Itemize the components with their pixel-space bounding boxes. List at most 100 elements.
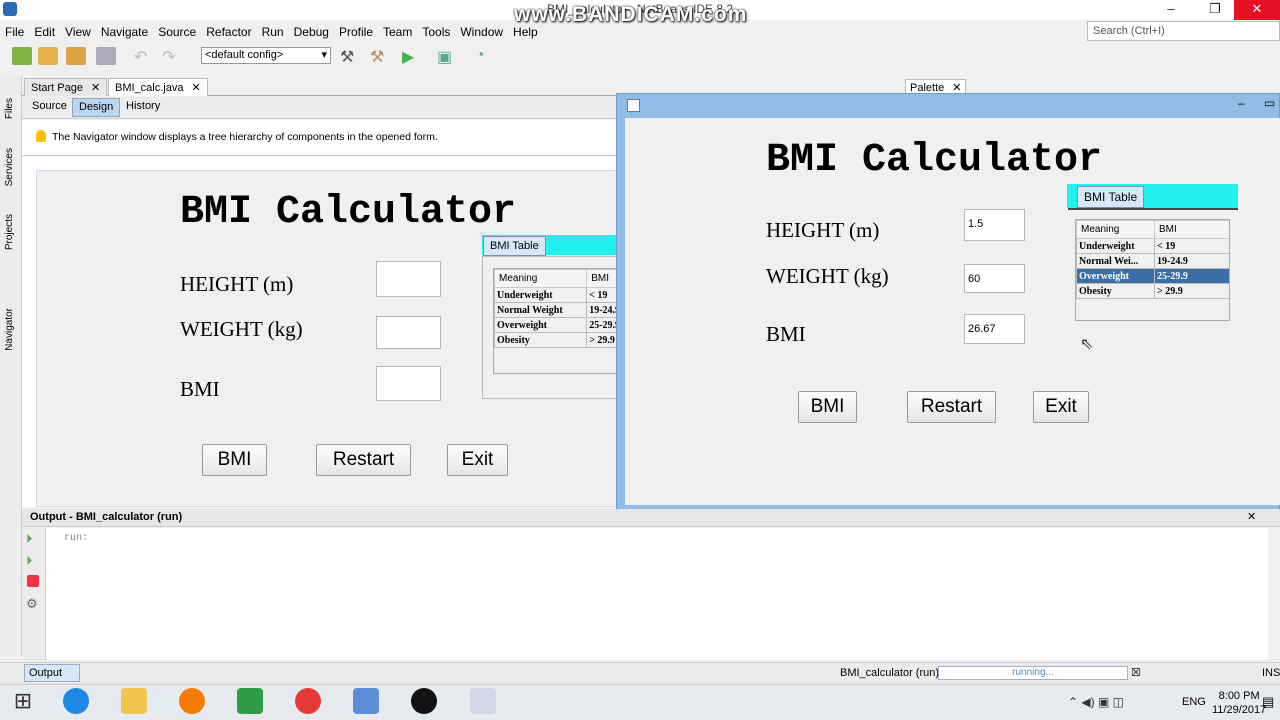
open-project-icon[interactable] [66,47,86,65]
table-row-selected[interactable]: Overweight 25-29.9 [1076,268,1229,284]
output-console[interactable]: run: [46,528,1268,660]
debug-icon[interactable]: ▣ [437,47,457,66]
app-bmi-field[interactable]: 26.67 [964,314,1025,344]
app-maximize-button[interactable]: ▭ [1264,96,1275,110]
tab-source[interactable]: Source [26,98,73,117]
output-window-button[interactable]: Output [24,664,80,682]
netbeans-taskbar-icon[interactable] [353,688,379,714]
form-title: BMI Calculator [180,190,517,235]
save-all-icon[interactable] [96,47,116,65]
tab-label: BMI_calc.java [115,82,184,94]
edge-browser-icon[interactable] [63,688,89,714]
clock[interactable]: 8:00 PM 11/29/2017 [1212,689,1266,717]
redo-icon[interactable]: ↷ [162,47,182,66]
close-tab-icon[interactable]: ✕ [91,82,100,94]
tab-history[interactable]: History [120,98,166,117]
menu-help[interactable]: Help [508,21,543,41]
maximize-button[interactable]: ❐ [1200,0,1230,20]
menu-navigate[interactable]: Navigate [96,21,153,41]
search-input[interactable]: Search (Ctrl+I) [1087,21,1280,41]
table-cell: 25-29.9 [1154,268,1229,284]
table-row[interactable]: Normal Wei... 19-24.9 [1076,253,1229,269]
new-file-icon[interactable] [12,47,32,65]
column-bmi[interactable]: BMI [586,269,617,288]
close-tab-icon[interactable]: ✕ [191,82,200,94]
app-exit-button[interactable]: Exit [1033,391,1089,423]
side-tab-navigator[interactable]: Navigator [4,308,15,351]
minimize-button[interactable]: – [1156,0,1186,20]
app-bmi-button[interactable]: BMI [798,391,857,423]
menu-view[interactable]: View [60,21,96,41]
table-row[interactable]: Normal Weight 19-24.9 [494,302,617,318]
weight-field[interactable] [376,316,441,349]
table-row[interactable]: Underweight < 19 [494,287,617,303]
app-height-field[interactable]: 1.5 [964,209,1025,241]
menu-refactor[interactable]: Refactor [201,21,256,41]
menu-run[interactable]: Run [257,21,289,41]
tray-icons[interactable]: ⌃ ◀) ▣ ◫ [1068,695,1124,709]
app-tab-bmi-table[interactable]: BMI Table [1077,186,1145,208]
menu-window[interactable]: Window [455,21,508,41]
settings-icon[interactable]: ⚙ [26,596,38,612]
side-panel: Files Services Projects Navigator [0,76,22,656]
output-header: Output - BMI_calculator (run) [22,509,1280,527]
menu-tools[interactable]: Tools [417,21,455,41]
undo-icon[interactable]: ↶ [134,47,154,66]
stop-icon[interactable] [27,575,39,587]
height-field[interactable] [376,261,441,297]
rerun-params-icon[interactable]: ⏵ [26,553,33,569]
file-explorer-icon[interactable] [121,688,147,714]
restart-button[interactable]: Restart [316,444,411,476]
table-row[interactable]: Obesity > 29.9 [1076,283,1229,299]
tab-bmi-table[interactable]: BMI Table [483,236,546,256]
bmi-label: BMI [180,377,220,401]
firefox-icon[interactable] [179,688,205,714]
app-weight-label: WEIGHT (kg) [766,264,889,288]
bmi-button[interactable]: BMI [202,444,267,476]
menu-source[interactable]: Source [153,21,201,41]
config-select[interactable]: <default config> [201,47,331,64]
store-icon[interactable] [237,688,263,714]
table-row[interactable]: Overweight 25-29.9 [494,317,617,333]
clean-build-icon[interactable]: ⚒ [370,47,390,66]
notifications-icon[interactable]: ▤ [1262,694,1274,710]
column-meaning[interactable]: Meaning [494,269,588,288]
menu-team[interactable]: Team [378,21,417,41]
output-close-icon[interactable]: ✕ [1247,510,1256,523]
exit-button[interactable]: Exit [447,444,508,476]
app-weight-field[interactable]: 60 [964,264,1025,293]
new-project-icon[interactable] [38,47,58,65]
side-tab-files[interactable]: Files [4,98,15,119]
build-icon[interactable]: ⚒ [340,47,360,66]
side-tab-projects[interactable]: Projects [4,214,15,250]
profile-icon[interactable]: ◔ [475,47,495,65]
menu-file[interactable]: File [0,21,29,41]
chrome-icon[interactable] [295,688,321,714]
table-row[interactable]: Underweight < 19 [1076,238,1229,254]
bmi-field[interactable] [376,366,441,401]
close-button[interactable]: ✕ [1234,0,1280,20]
rerun-icon[interactable]: ⏵ [26,531,33,547]
run-icon[interactable]: ▶ [402,47,422,66]
column-meaning[interactable]: Meaning [1076,220,1155,239]
table-cell: > 29.9 [586,332,617,348]
menu-edit[interactable]: Edit [29,21,60,41]
menu-bar: File Edit View Navigate Source Refactor … [0,21,543,41]
tab-bmi-calc-java[interactable]: BMI_calc.java ✕ [108,78,208,96]
start-button[interactable]: ⊞ [10,688,36,714]
table-row[interactable]: Obesity > 29.9 [494,332,617,348]
table-cell: < 19 [586,287,617,303]
side-tab-services[interactable]: Services [4,148,15,186]
language-indicator[interactable]: ENG [1182,696,1206,708]
bandicam-icon[interactable] [411,688,437,714]
cancel-task-icon[interactable]: ☒ [1131,666,1141,679]
tab-design[interactable]: Design [72,98,121,117]
app-restart-button[interactable]: Restart [907,391,996,423]
column-bmi[interactable]: BMI [1154,220,1229,239]
app-minimize-button[interactable]: – [1238,96,1245,110]
java-taskbar-icon[interactable] [470,688,496,714]
menu-profile[interactable]: Profile [334,21,378,41]
tab-start-page[interactable]: Start Page ✕ [24,78,108,96]
tab-label: Start Page [31,82,83,94]
menu-debug[interactable]: Debug [289,21,334,41]
